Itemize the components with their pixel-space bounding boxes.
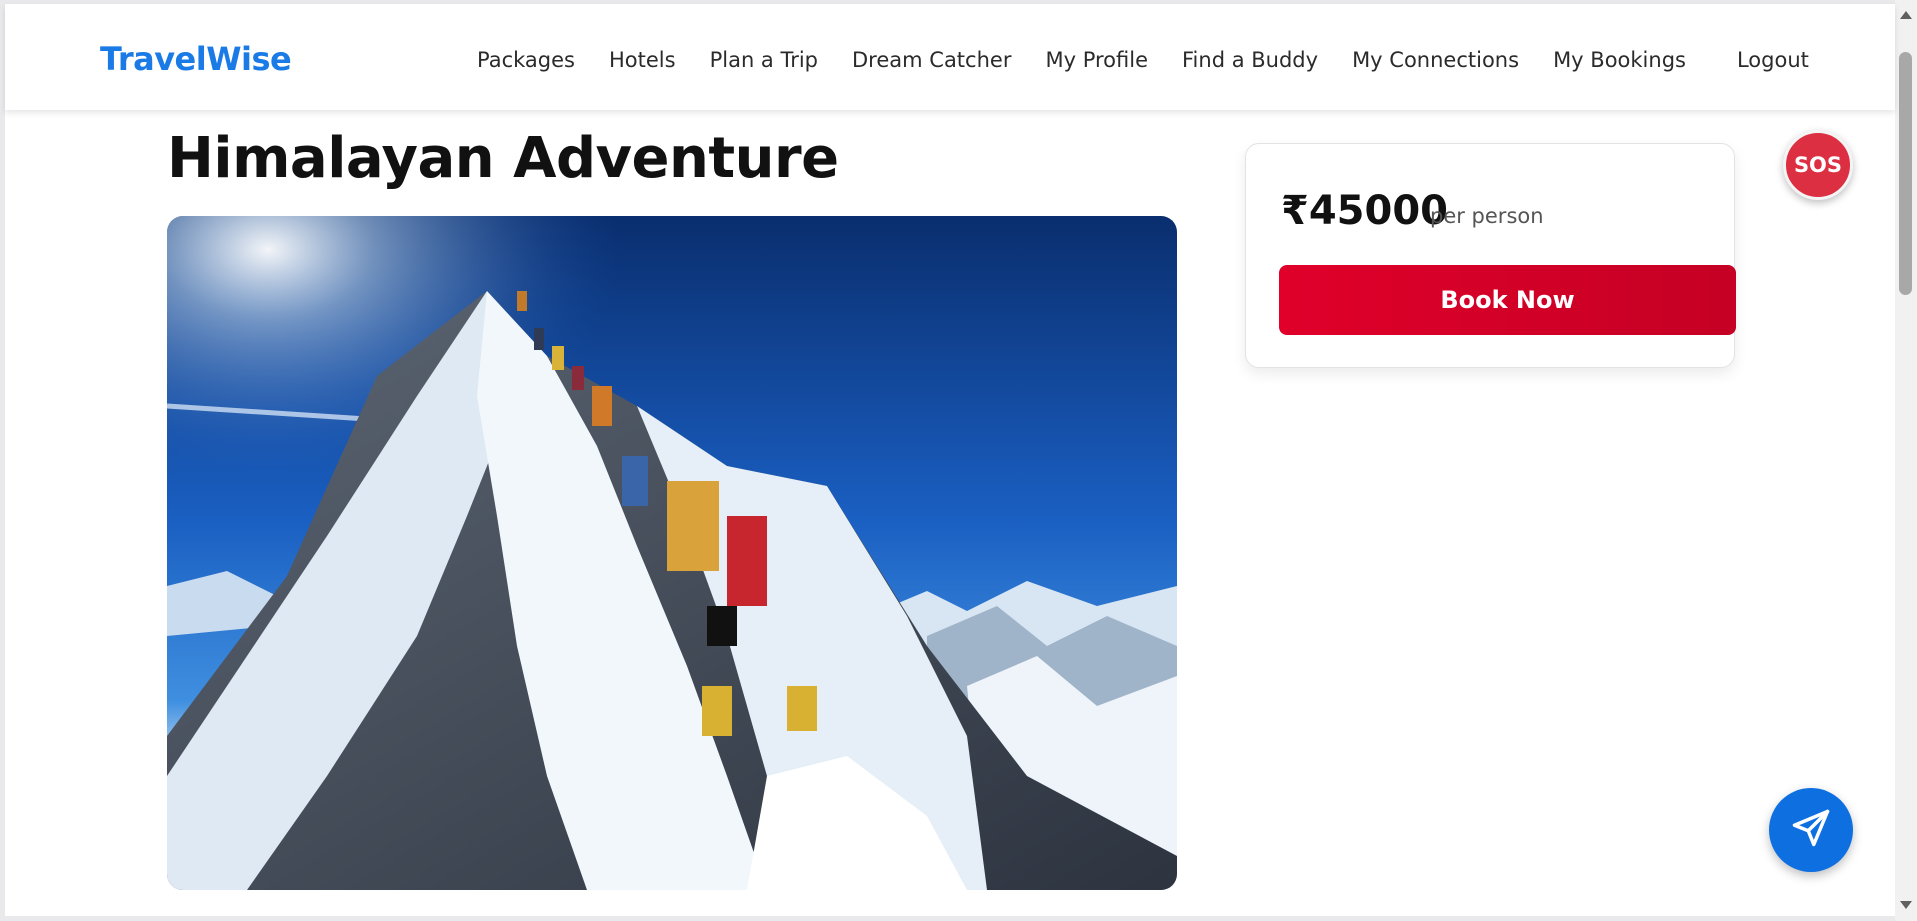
price-amount: ₹45000 <box>1281 188 1448 234</box>
brand-logo[interactable]: TravelWise <box>100 40 292 78</box>
sos-button[interactable]: SOS <box>1783 130 1853 200</box>
nav-plan-a-trip[interactable]: Plan a Trip <box>710 48 818 72</box>
logout-link[interactable]: Logout <box>1737 48 1809 72</box>
nav-packages[interactable]: Packages <box>477 48 575 72</box>
top-navbar: TravelWise Packages Hotels Plan a Trip D… <box>5 4 1895 110</box>
scroll-up-arrow-icon[interactable] <box>1900 11 1912 19</box>
nav-my-profile[interactable]: My Profile <box>1045 48 1148 72</box>
page-scrollbar[interactable] <box>1895 0 1917 921</box>
nav-links: Packages Hotels Plan a Trip Dream Catche… <box>477 48 1809 72</box>
price-card: ₹45000 per person Book Now <box>1245 143 1736 368</box>
nav-my-connections[interactable]: My Connections <box>1352 48 1519 72</box>
nav-hotels[interactable]: Hotels <box>609 48 676 72</box>
send-message-button[interactable] <box>1769 788 1853 872</box>
book-now-button[interactable]: Book Now <box>1279 265 1736 335</box>
nav-dream-catcher[interactable]: Dream Catcher <box>852 48 1011 72</box>
scroll-down-arrow-icon[interactable] <box>1900 901 1912 909</box>
scroll-thumb[interactable] <box>1899 52 1912 295</box>
package-hero-image <box>167 216 1177 890</box>
send-icon <box>1789 806 1833 854</box>
nav-find-a-buddy[interactable]: Find a Buddy <box>1182 48 1318 72</box>
nav-my-bookings[interactable]: My Bookings <box>1553 48 1686 72</box>
package-title: Himalayan Adventure <box>167 126 839 191</box>
price-unit: per person <box>1430 204 1544 228</box>
